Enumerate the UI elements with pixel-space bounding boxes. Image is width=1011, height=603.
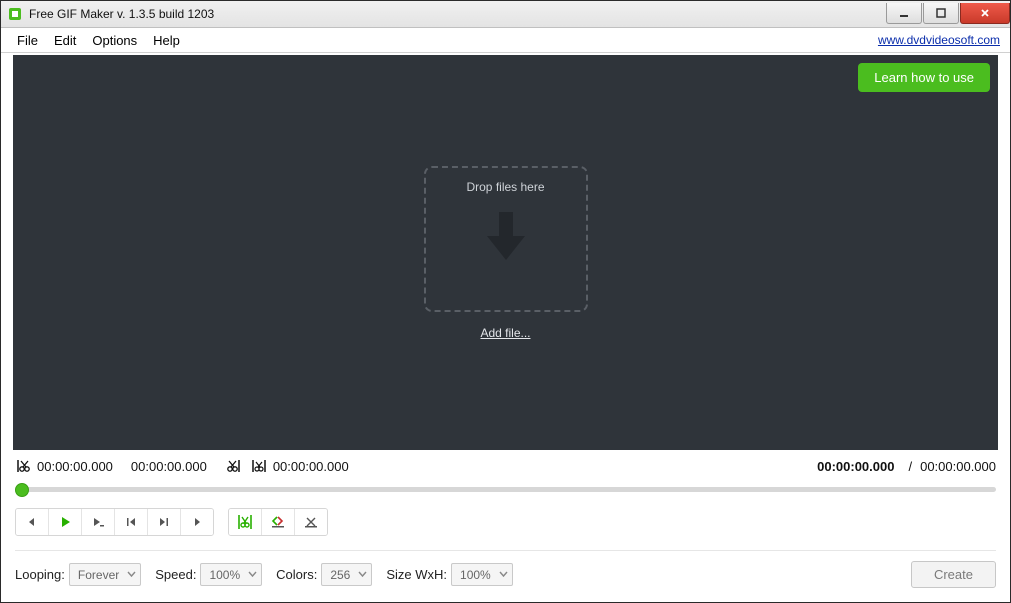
trim-button-group (228, 508, 328, 536)
minimize-button[interactable] (886, 3, 922, 24)
menu-options[interactable]: Options (84, 30, 145, 51)
size-select[interactable]: 100% (451, 563, 513, 586)
colors-label: Colors: (276, 567, 317, 582)
drop-label: Drop files here (466, 180, 544, 194)
size-label: Size WxH: (386, 567, 447, 582)
looping-label: Looping: (15, 567, 65, 582)
trim-start-icon (15, 458, 31, 474)
menu-edit[interactable]: Edit (46, 30, 84, 51)
trim-end-icon (225, 458, 241, 474)
window-controls (885, 3, 1010, 23)
caret-down-icon (248, 570, 257, 579)
step-forward-button[interactable] (181, 509, 213, 535)
menubar: File Edit Options Help www.dvdvideosoft.… (1, 28, 1010, 53)
close-button[interactable] (960, 3, 1010, 24)
trim-start-timecode: 00:00:00.000 (37, 459, 113, 474)
seek-track (15, 487, 996, 492)
play-to-end-button[interactable] (82, 509, 115, 535)
create-button[interactable]: Create (911, 561, 996, 588)
caret-down-icon (127, 570, 136, 579)
speed-label: Speed: (155, 567, 196, 582)
speed-value: 100% (209, 568, 240, 582)
menu-file[interactable]: File (9, 30, 46, 51)
prev-frame-button[interactable] (115, 509, 148, 535)
window-title: Free GIF Maker v. 1.3.5 build 1203 (29, 7, 885, 21)
set-in-point-button[interactable] (262, 509, 295, 535)
drop-zone[interactable]: Drop files here (424, 166, 588, 312)
caret-down-icon (499, 570, 508, 579)
clip-duration-timecode: 00:00:00.000 (273, 459, 349, 474)
current-timecode: 00:00:00.000 (817, 459, 894, 474)
trim-end-timecode: 00:00:00.000 (131, 459, 207, 474)
looping-select[interactable]: Forever (69, 563, 141, 586)
transport-controls (1, 500, 1010, 540)
menu-help[interactable]: Help (145, 30, 188, 51)
trim-selection-button[interactable] (229, 509, 262, 535)
play-button[interactable] (49, 509, 82, 535)
learn-how-button[interactable]: Learn how to use (858, 63, 990, 92)
playback-button-group (15, 508, 214, 536)
titlebar: Free GIF Maker v. 1.3.5 build 1203 (1, 1, 1010, 28)
step-back-button[interactable] (16, 509, 49, 535)
looping-value: Forever (78, 568, 119, 582)
caret-down-icon (358, 570, 367, 579)
app-window: Free GIF Maker v. 1.3.5 build 1203 File … (0, 0, 1011, 603)
maximize-button[interactable] (923, 3, 959, 24)
clip-scissors-icon (251, 458, 267, 474)
speed-select[interactable]: 100% (200, 563, 262, 586)
down-arrow-icon (479, 206, 533, 269)
website-link[interactable]: www.dvdvideosoft.com (878, 33, 1002, 47)
timecode-row: 00:00:00.000 00:00:00.000 00:00:00.000 0… (1, 452, 1010, 474)
timecode-separator: / (908, 459, 912, 474)
app-icon (7, 6, 23, 22)
clear-trim-button[interactable] (295, 509, 327, 535)
add-file-link[interactable]: Add file... (480, 326, 530, 340)
next-frame-button[interactable] (148, 509, 181, 535)
total-timecode: 00:00:00.000 (920, 459, 996, 474)
colors-select[interactable]: 256 (321, 563, 372, 586)
size-value: 100% (460, 568, 491, 582)
seek-slider[interactable] (15, 482, 996, 496)
preview-area: Learn how to use Drop files here Add fil… (13, 55, 998, 450)
seek-thumb[interactable] (15, 483, 29, 497)
options-row: Looping: Forever Speed: 100% Colors: 256… (1, 551, 1010, 602)
colors-value: 256 (330, 568, 350, 582)
seek-slider-wrap (1, 474, 1010, 500)
